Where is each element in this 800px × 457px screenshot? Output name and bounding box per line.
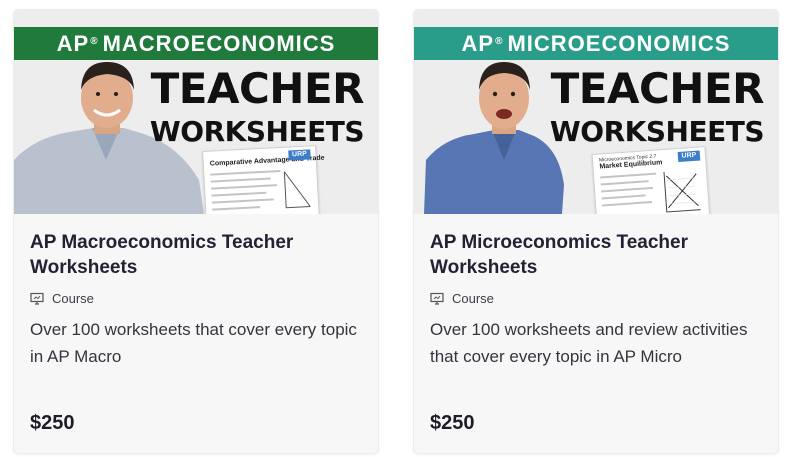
course-card-macro[interactable]: AP® MACROECONOMICS TEACHER WORKSHEETS Com… <box>14 10 378 453</box>
thumbnail-headline-line1: TEACHER <box>550 64 765 113</box>
course-type-label: Course <box>452 290 494 306</box>
course-type: Course <box>30 290 94 306</box>
thumbnail-headline-line2: WORKSHEETS <box>549 115 765 148</box>
course-price: $250 <box>30 412 75 434</box>
worksheet-preview: Comparative Advantage and Trade URP <box>202 145 325 214</box>
presentation-board-icon <box>430 292 444 305</box>
presentation-board-icon <box>30 292 44 305</box>
worksheet-preview: Microeconomics Topic 2.7 Market Equilibr… <box>591 146 711 214</box>
worksheet-logo: URP <box>288 149 311 161</box>
course-card-micro[interactable]: AP® MICROECONOMICS TEACHER WORKSHEETS Mic… <box>414 10 778 453</box>
thumbnail-headline-line2: WORKSHEETS <box>149 115 365 148</box>
course-description: Over 100 worksheets that cover every top… <box>30 320 357 366</box>
worksheet-logo: URP <box>677 150 701 163</box>
course-thumbnail[interactable]: AP® MICROECONOMICS TEACHER WORKSHEETS Mic… <box>414 10 778 214</box>
course-thumbnail[interactable]: AP® MACROECONOMICS TEACHER WORKSHEETS Com… <box>14 10 378 214</box>
course-price: $250 <box>430 412 475 434</box>
thumbnail-headline-line1: TEACHER <box>150 64 365 113</box>
course-title[interactable]: AP Macroeconomics Teacher Worksheets <box>30 230 350 280</box>
course-type-label: Course <box>52 290 94 306</box>
course-type: Course <box>430 290 494 306</box>
course-description: Over 100 worksheets and review activitie… <box>430 320 748 366</box>
course-title[interactable]: AP Microeconomics Teacher Worksheets <box>430 230 750 280</box>
